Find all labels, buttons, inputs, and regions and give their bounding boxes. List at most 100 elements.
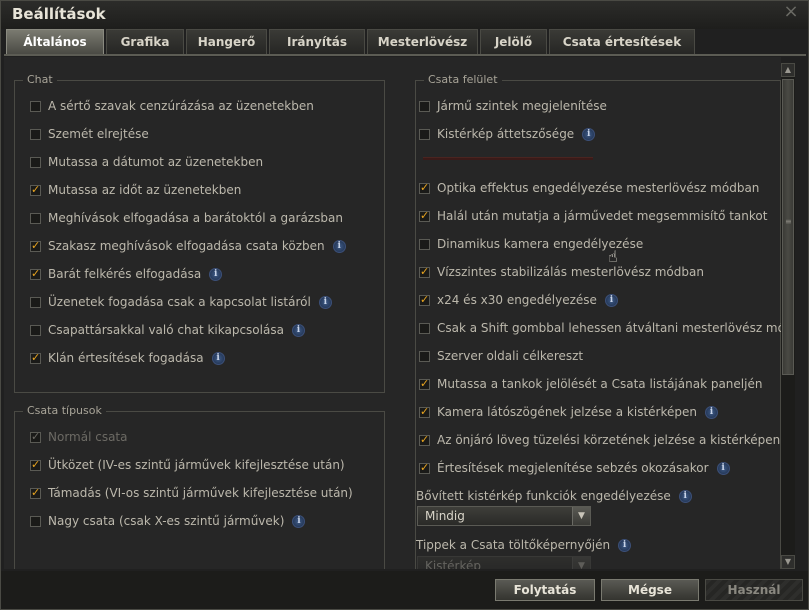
battle-types-group-title: Csata típusok — [23, 404, 106, 417]
checkbox[interactable] — [30, 183, 41, 196]
chat-option-row[interactable]: Szemét elrejtése — [30, 124, 149, 144]
battle-type-option-row[interactable]: Ütközet (IV-es szintű járművek kifejlesz… — [30, 455, 345, 475]
battle-ui-option-row[interactable]: Halál után mutatja a járművedet megsemmi… — [419, 206, 767, 226]
battle-ui-option-label: Optika effektus engedélyezése mesterlövé… — [437, 181, 760, 195]
chat-option-label: Mutassa a dátumot az üzenetekben — [48, 155, 264, 169]
info-icon[interactable]: i — [678, 489, 692, 503]
chevron-down-icon[interactable]: ▼ — [572, 557, 590, 569]
checkbox[interactable] — [419, 265, 430, 278]
checkbox[interactable] — [30, 486, 41, 499]
chat-option-row[interactable]: Mutassa a dátumot az üzenetekben — [30, 152, 263, 172]
footer-bar: Folytatás Mégse Használ — [1, 571, 808, 609]
checkbox[interactable] — [30, 296, 41, 308]
chat-option-label: Barát felkérés elfogadása — [48, 267, 202, 281]
checkbox[interactable] — [30, 212, 41, 224]
checkbox[interactable] — [419, 433, 430, 446]
chat-option-row[interactable]: Szakasz meghívások elfogadása csata közb… — [30, 236, 346, 256]
tab-volume[interactable]: Hangerő — [186, 29, 267, 54]
tab-controls[interactable]: Irányítás — [269, 29, 365, 54]
checkbox[interactable] — [419, 128, 430, 140]
info-icon[interactable]: i — [704, 405, 718, 419]
battle-ui-option-row[interactable]: Értesítések megjelenítése sebzés okozása… — [419, 458, 730, 478]
chat-option-row[interactable]: Meghívások elfogadása a barátoktól a gar… — [30, 208, 343, 228]
checkbox[interactable] — [30, 458, 41, 471]
vertical-scrollbar[interactable]: ▲ ≡ ▼ — [781, 63, 795, 569]
checkbox[interactable] — [419, 350, 430, 362]
checkbox[interactable] — [419, 181, 430, 194]
chat-option-label: Csapattársakkal való chat kikapcsolása — [48, 323, 284, 337]
checkbox[interactable] — [419, 293, 430, 306]
checkbox[interactable] — [419, 209, 430, 222]
continue-button[interactable]: Folytatás — [495, 579, 595, 601]
minimap-features-select[interactable]: Mindig ▼ — [417, 506, 591, 526]
checkbox[interactable] — [30, 100, 41, 112]
cancel-button[interactable]: Mégse — [601, 579, 699, 601]
checkbox[interactable] — [419, 461, 430, 474]
checkbox[interactable] — [419, 322, 430, 334]
battle-ui-option-row[interactable]: Vízszintes stabilizálás mesterlövész mód… — [419, 262, 704, 282]
scroll-up-icon[interactable]: ▲ — [781, 63, 795, 77]
chat-option-row[interactable]: Barát felkérés elfogadása i — [30, 264, 223, 284]
info-icon[interactable]: i — [332, 239, 346, 253]
battle-ui-option-row[interactable]: Optika effektus engedélyezése mesterlövé… — [419, 178, 759, 198]
info-icon[interactable]: i — [209, 267, 223, 281]
chat-option-row[interactable]: Üzenetek fogadása csak a kapcsolat listá… — [30, 292, 332, 312]
battle-ui-option-row[interactable]: Kistérkép áttetszősége i — [419, 124, 596, 144]
scroll-thumb[interactable]: ≡ — [782, 79, 794, 375]
chevron-down-icon[interactable]: ▼ — [572, 507, 590, 525]
battle-ui-option-row[interactable]: x24 és x30 engedélyezése i — [419, 290, 618, 310]
tab-marker[interactable]: Jelölő — [480, 29, 547, 54]
battle-ui-option-row[interactable]: Jármű szintek megjelenítése — [419, 96, 607, 116]
checkbox[interactable] — [30, 324, 41, 336]
tab-general[interactable]: Általános — [6, 29, 104, 54]
checkbox[interactable] — [30, 239, 41, 252]
tips-text: Tippek a Csata töltőképernyőjén — [416, 538, 611, 552]
info-icon[interactable]: i — [716, 461, 730, 475]
battle-ui-option-row[interactable]: Mutassa a tankok jelölését a Csata listá… — [419, 374, 762, 394]
chat-option-row[interactable]: Klán értesítések fogadása i — [30, 348, 225, 368]
info-icon[interactable]: i — [291, 323, 305, 337]
tab-bar: Általános Grafika Hangerő Irányítás Mest… — [4, 29, 804, 54]
mouse-cursor-icon: ☝ — [608, 247, 618, 266]
info-icon[interactable]: i — [318, 295, 332, 309]
battle-ui-option-label: Csak a Shift gombbal lehessen átváltani … — [437, 321, 781, 335]
tips-select[interactable]: Kistérkép ▼ — [417, 556, 591, 569]
scroll-track[interactable]: ≡ — [781, 77, 795, 555]
checkbox[interactable] — [30, 156, 41, 168]
info-icon[interactable]: i — [292, 514, 306, 528]
info-icon[interactable]: i — [618, 538, 632, 552]
checkbox[interactable] — [419, 238, 430, 250]
chat-option-row[interactable]: A sértő szavak cenzúrázása az üzenetekbe… — [30, 96, 314, 116]
checkbox[interactable] — [419, 377, 430, 390]
chat-option-row[interactable]: Mutassa az időt az üzenetekben — [30, 180, 241, 200]
info-icon[interactable]: i — [582, 127, 596, 141]
battle-ui-option-label: Kamera látószögének jelzése a kistérképe… — [437, 405, 697, 419]
chat-option-row[interactable]: Csapattársakkal való chat kikapcsolása i — [30, 320, 305, 340]
checkbox[interactable] — [419, 100, 430, 112]
checkbox[interactable] — [30, 515, 41, 527]
tab-battle-notifications[interactable]: Csata értesítések — [549, 29, 695, 54]
apply-button[interactable]: Használ — [705, 579, 803, 601]
chat-option-label: Mutassa az időt az üzenetekben — [48, 183, 242, 197]
battle-ui-option-row[interactable]: Az önjáró löveg tüzelési körzetének jelz… — [419, 430, 781, 450]
minimap-features-text: Bővített kistérkép funkciók engedélyezés… — [416, 489, 671, 503]
battle-ui-option-row[interactable]: Csak a Shift gombbal lehessen átváltani … — [419, 318, 781, 338]
checkbox[interactable] — [419, 405, 430, 418]
battle-type-option-row[interactable]: Nagy csata (csak X-es szintű járművek) i — [30, 511, 306, 531]
battle-ui-option-row[interactable]: Kamera látószögének jelzése a kistérképe… — [419, 402, 718, 422]
battle-ui-option-row[interactable]: Szerver oldali célkereszt — [419, 346, 583, 366]
scroll-down-icon[interactable]: ▼ — [781, 555, 795, 569]
tab-sniper[interactable]: Mesterlövész — [367, 29, 478, 54]
battle-type-option-row[interactable]: Támadás (VI-os szintű járművek kifejlesz… — [30, 483, 353, 503]
info-icon[interactable]: i — [211, 351, 225, 365]
checkbox[interactable] — [30, 351, 41, 364]
title-bar[interactable]: Beállítások × — [1, 1, 808, 29]
checkbox[interactable] — [30, 267, 41, 280]
settings-window: Beállítások × Általános Grafika Hangerő … — [0, 0, 809, 610]
info-icon[interactable]: i — [604, 293, 618, 307]
checkbox[interactable] — [30, 128, 41, 140]
battle-ui-option-label: x24 és x30 engedélyezése — [437, 293, 597, 307]
tab-graphics[interactable]: Grafika — [106, 29, 184, 54]
close-icon[interactable]: × — [778, 2, 804, 22]
minimap-opacity-slider[interactable] — [423, 157, 593, 160]
